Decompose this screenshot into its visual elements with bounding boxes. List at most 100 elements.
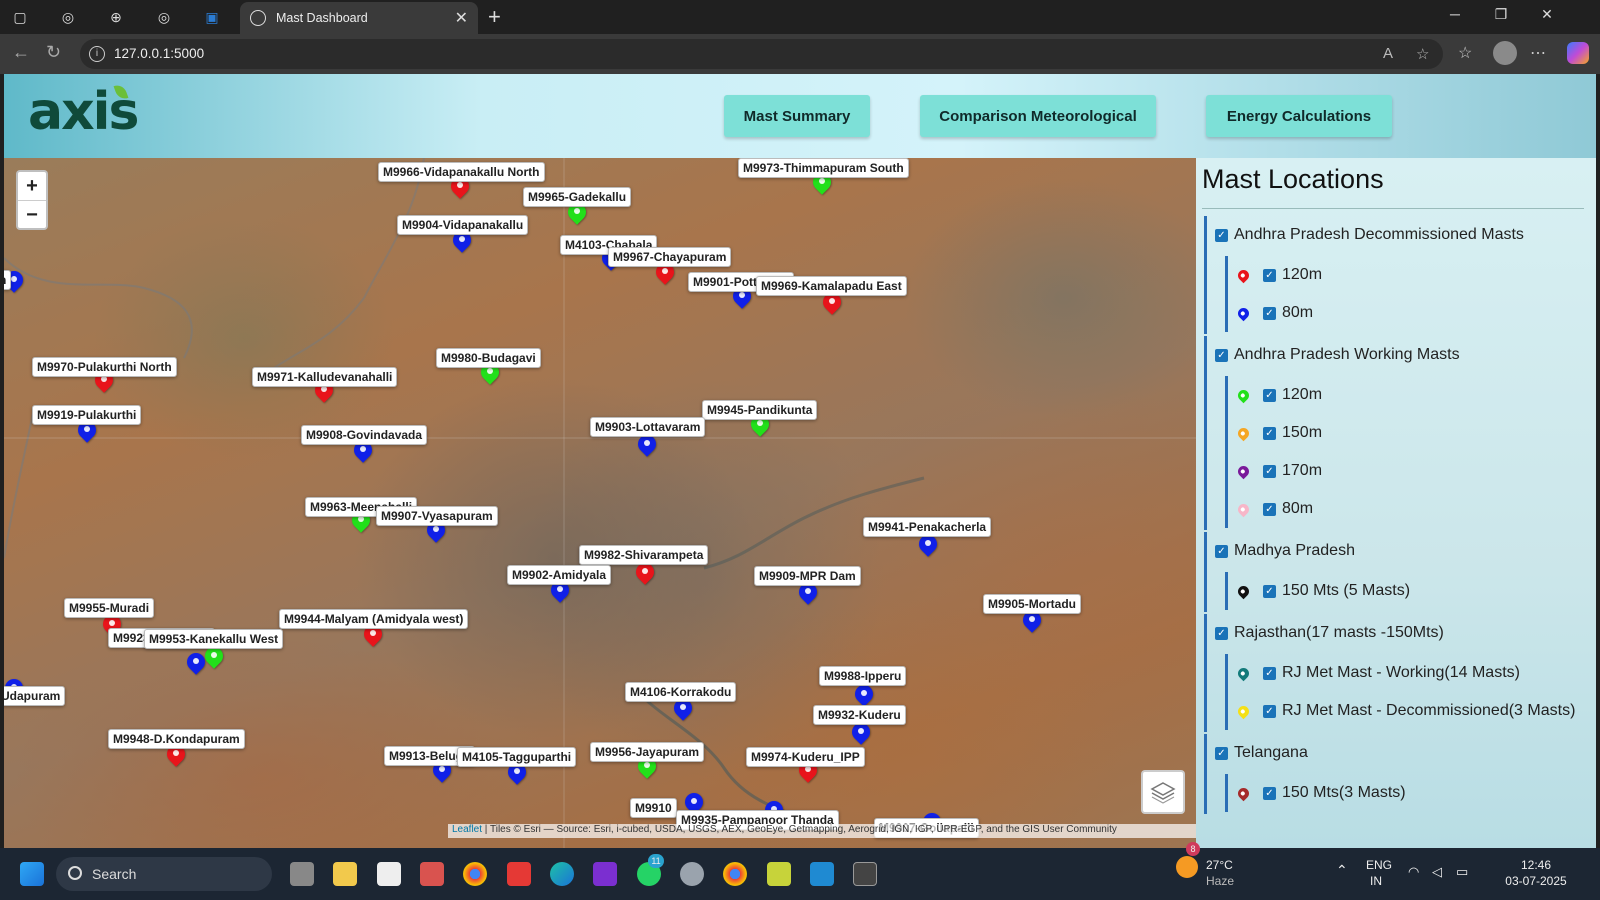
map-marker-label[interactable]: M9971-Kalludevanahalli	[252, 367, 398, 387]
layer-item-toggle[interactable]: ✓ 170m	[1228, 452, 1585, 490]
zoom-in-button[interactable]: +	[18, 172, 46, 200]
map-marker-label[interactable]: M4106-Korrakodu	[625, 682, 737, 702]
map-marker-label[interactable]: M9955-Muradi	[64, 598, 155, 618]
map-marker-label[interactable]: M9969-Kamalapadu East	[756, 276, 907, 296]
map-marker-label[interactable]: M9907-Vyasapuram	[376, 506, 498, 526]
clock-time[interactable]: 12:46	[1506, 858, 1566, 872]
layer-item-toggle[interactable]: ✓ 150m	[1228, 414, 1585, 452]
edge-icon[interactable]	[550, 862, 574, 886]
start-icon[interactable]	[20, 862, 44, 886]
app-icon[interactable]	[593, 862, 617, 886]
favorite-star-icon[interactable]: ☆	[1416, 45, 1429, 63]
map-marker-label[interactable]: M9967-Chayapuram	[608, 247, 732, 267]
item-checkbox[interactable]: ✓	[1263, 388, 1276, 402]
notepad-icon[interactable]	[377, 862, 401, 886]
tab-mast-dashboard[interactable]: Mast Dashboard ✕	[240, 2, 478, 34]
item-checkbox[interactable]: ✓	[1263, 426, 1276, 440]
item-checkbox[interactable]: ✓	[1263, 306, 1276, 320]
map-marker-label[interactable]: Udapuram	[4, 686, 66, 706]
item-checkbox[interactable]: ✓	[1263, 584, 1276, 598]
tab-actions-icon[interactable]: ▢	[6, 3, 34, 31]
tab-favicon-icon[interactable]: ◎	[150, 3, 178, 31]
map-marker-label[interactable]: M9941-Penakacherla	[863, 517, 992, 537]
more-menu-icon[interactable]: ⋯	[1530, 43, 1546, 63]
git-icon[interactable]	[767, 862, 791, 886]
group-checkbox[interactable]: ✓	[1215, 228, 1228, 242]
group-checkbox[interactable]: ✓	[1215, 544, 1228, 558]
restore-icon[interactable]: ❐	[1486, 6, 1516, 23]
map-marker-label[interactable]: M9932-Kuderu	[813, 705, 906, 725]
weather-icon[interactable]	[1176, 856, 1198, 878]
map-marker-label[interactable]: M9988-Ipperu	[819, 666, 907, 686]
map-marker-label[interactable]: M9910	[630, 798, 677, 818]
taskbar-search[interactable]: Search	[56, 857, 272, 891]
map-marker-pin[interactable]	[632, 559, 658, 588]
group-checkbox[interactable]: ✓	[1215, 746, 1228, 760]
copilot-icon[interactable]	[1567, 42, 1589, 64]
tray-chevron-icon[interactable]: ⌃	[1336, 862, 1348, 879]
map-marker-pin[interactable]	[848, 719, 874, 748]
terminal-icon[interactable]	[853, 862, 877, 886]
chrome-profile-icon[interactable]	[723, 862, 747, 886]
map-marker-pin[interactable]	[201, 643, 227, 672]
group-checkbox[interactable]: ✓	[1215, 626, 1228, 640]
language-primary[interactable]: ENG	[1366, 858, 1392, 872]
map-marker-label[interactable]: M4105-Tagguparthi	[457, 747, 577, 767]
app-icon[interactable]	[420, 862, 444, 886]
layer-item-toggle[interactable]: ✓ 80m	[1228, 490, 1585, 528]
leaflet-link[interactable]: Leaflet	[452, 824, 482, 835]
map-marker-label[interactable]: M9970-Pulakurthi North	[32, 357, 177, 377]
settings-gear-icon[interactable]	[680, 862, 704, 886]
layer-item-toggle[interactable]: ✓ RJ Met Mast - Decommissioned(3 Masts)	[1228, 692, 1585, 730]
anydesk-icon[interactable]	[507, 862, 531, 886]
item-checkbox[interactable]: ✓	[1263, 786, 1276, 800]
layer-group-toggle[interactable]: ✓ Andhra Pradesh Working Masts	[1207, 336, 1584, 374]
layer-item-toggle[interactable]: ✓ RJ Met Mast - Working(14 Masts)	[1228, 654, 1585, 692]
map-marker-label[interactable]: M9974-Kuderu_IPP	[746, 747, 865, 767]
energy-calculations-button[interactable]: Energy Calculations	[1206, 95, 1392, 137]
layer-group-toggle[interactable]: ✓ Andhra Pradesh Decommissioned Masts	[1207, 216, 1584, 254]
vscode-icon[interactable]	[810, 862, 834, 886]
layer-group-toggle[interactable]: ✓ Madhya Pradesh	[1207, 532, 1584, 570]
zoom-out-button[interactable]: −	[18, 200, 46, 228]
tab-globe-icon[interactable]: ⊕	[102, 3, 130, 31]
map-marker-label[interactable]: M9903-Lottavaram	[590, 417, 706, 437]
map-marker-pin[interactable]	[915, 531, 941, 560]
task-view-icon[interactable]	[290, 862, 314, 886]
close-window-icon[interactable]: ✕	[1532, 6, 1562, 23]
outlook-icon[interactable]: ▣	[198, 3, 226, 31]
site-info-icon[interactable]: i	[89, 46, 105, 62]
map[interactable]: + − M9966-Vidapanakallu North M9973-Thimm…	[4, 158, 1196, 848]
map-marker-label[interactable]: M9982-Shivarampeta	[579, 545, 709, 565]
map-marker-label[interactable]: M9919-Pulakurthi	[32, 405, 142, 425]
map-marker-label[interactable]: M9965-Gadekallu	[523, 187, 632, 207]
mast-summary-button[interactable]: Mast Summary	[724, 95, 870, 137]
map-marker-label[interactable]: M9945-Pandikunta	[702, 400, 818, 420]
wifi-icon[interactable]: ◠	[1408, 864, 1419, 880]
map-marker-label[interactable]: h	[4, 270, 12, 290]
map-marker-label[interactable]: M9980-Budagavi	[436, 348, 541, 368]
map-marker-label[interactable]: M9905-Mortadu	[983, 594, 1082, 614]
new-tab-button[interactable]: +	[488, 4, 501, 30]
read-aloud-icon[interactable]: A	[1383, 45, 1393, 62]
layer-group-toggle[interactable]: ✓ Telangana	[1207, 734, 1584, 772]
layer-item-toggle[interactable]: ✓ 80m	[1228, 294, 1585, 332]
battery-icon[interactable]: ▭	[1456, 864, 1468, 880]
map-marker-label[interactable]: M9944-Malyam (Amidyala west)	[279, 609, 469, 629]
group-checkbox[interactable]: ✓	[1215, 348, 1228, 362]
close-tab-icon[interactable]: ✕	[455, 8, 468, 28]
minimize-icon[interactable]: ─	[1440, 6, 1470, 22]
file-explorer-icon[interactable]	[333, 862, 357, 886]
map-marker-label[interactable]: M9973-Thimmapuram South	[738, 158, 909, 178]
map-marker-label[interactable]: M9948-D.Kondapuram	[108, 729, 245, 749]
layers-control-button[interactable]	[1141, 770, 1185, 814]
volume-icon[interactable]: ◁	[1432, 864, 1442, 880]
language-secondary[interactable]: IN	[1370, 874, 1382, 888]
tab-favicon-icon[interactable]: ◎	[54, 3, 82, 31]
map-marker-label[interactable]: M9908-Govindavada	[301, 425, 428, 445]
item-checkbox[interactable]: ✓	[1263, 502, 1276, 516]
layer-group-toggle[interactable]: ✓ Rajasthan(17 masts -150Mts)	[1207, 614, 1584, 652]
map-marker-label[interactable]: M9909-MPR Dam	[754, 566, 861, 586]
clock-date[interactable]: 03-07-2025	[1498, 874, 1574, 888]
map-marker-label[interactable]: M9902-Amidyala	[507, 565, 612, 585]
